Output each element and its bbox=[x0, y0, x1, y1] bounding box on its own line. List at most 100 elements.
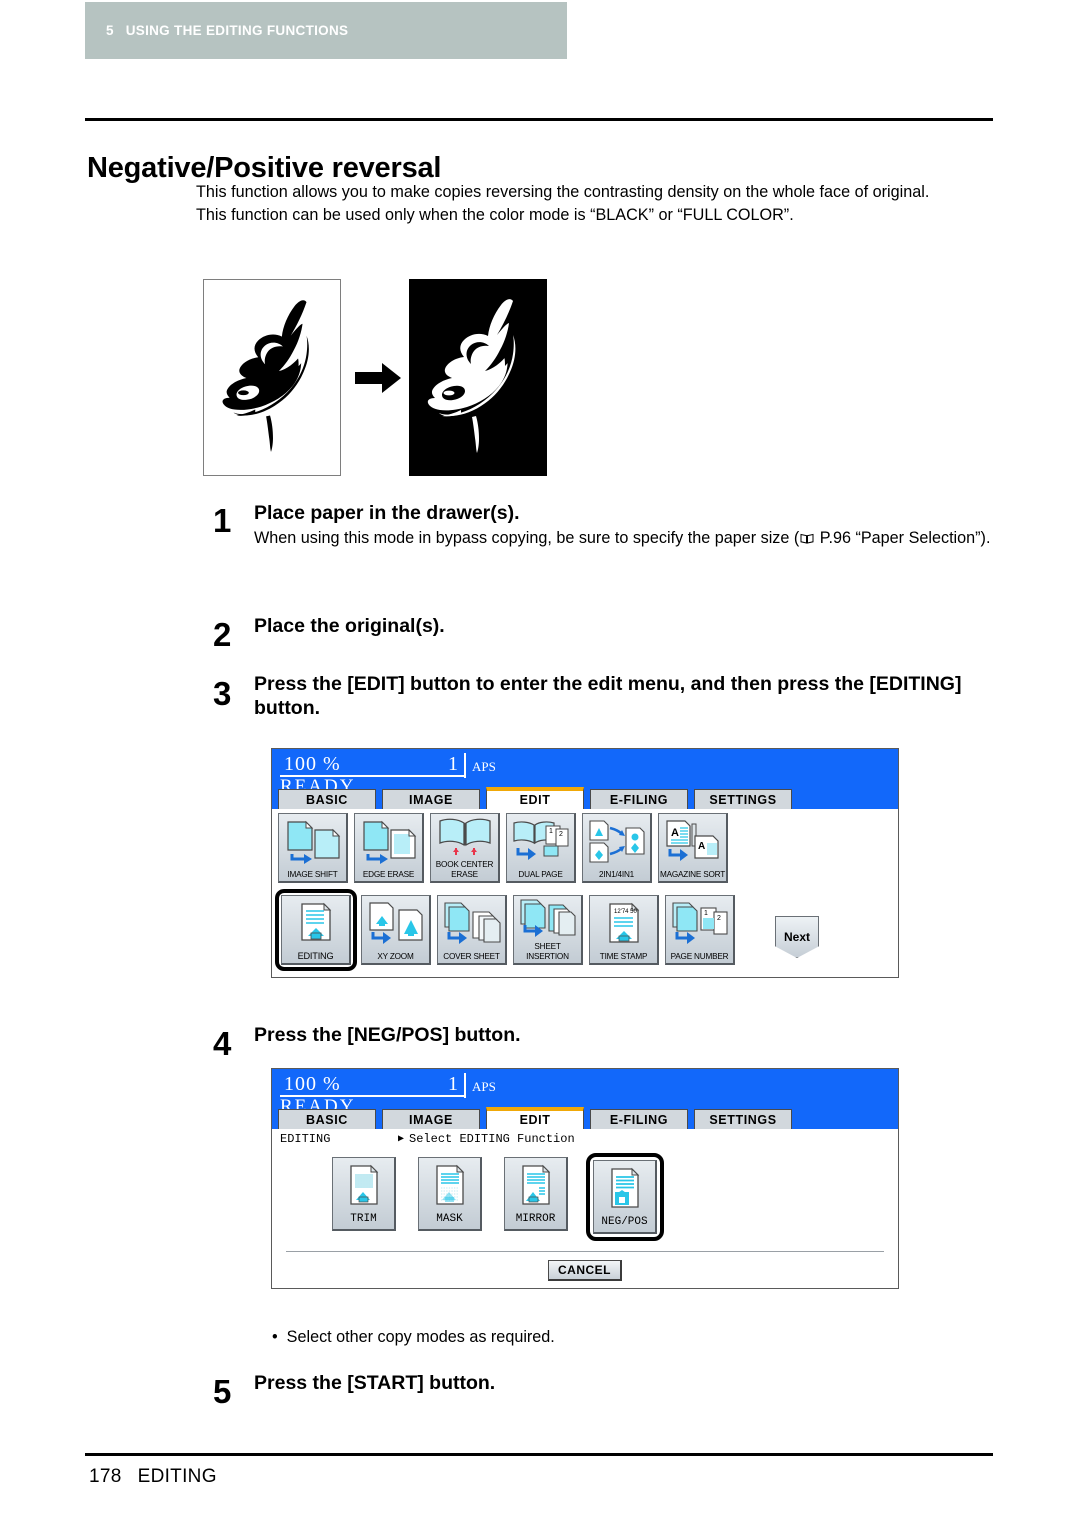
key-label-editing: EDITING bbox=[297, 950, 334, 961]
key-label-magazine-sort: MAGAZINE SORT bbox=[659, 869, 726, 879]
tab-image-1[interactable]: IMAGE bbox=[382, 789, 480, 809]
trim-icon bbox=[345, 1158, 383, 1213]
key-book-center-erase[interactable]: BOOK CENTER ERASE bbox=[430, 813, 500, 883]
svg-text:A: A bbox=[671, 827, 679, 839]
bottom-divider-rule bbox=[85, 1453, 993, 1456]
step-4-heading: Press the [NEG/POS] button. bbox=[254, 1024, 521, 1046]
step-1-body-after: P.96 “Paper Selection”). bbox=[815, 529, 991, 547]
intro-line-1: This function allows you to make copies … bbox=[196, 183, 930, 201]
step-1-body: When using this mode in bypass copying, … bbox=[254, 527, 994, 550]
lcd-paper-mode-1: APS bbox=[472, 759, 496, 774]
key-magazine-sort[interactable]: A A MAGAZINE SORT bbox=[658, 813, 728, 883]
edit-menu-row-1: IMAGE SHIFT EDGE ERASE BOOK CENTER ERASE… bbox=[272, 809, 898, 883]
key-mirror[interactable]: MIRROR bbox=[504, 1157, 568, 1231]
key-page-number[interactable]: 1 2 PAGE NUMBER bbox=[665, 895, 735, 965]
book-center-erase-icon bbox=[431, 814, 498, 860]
mask-icon bbox=[431, 1158, 469, 1213]
tab-settings-1[interactable]: SETTINGS bbox=[694, 789, 792, 809]
lcd-divider-2 bbox=[464, 1073, 466, 1098]
lcd-zoom-ratio-1: 100 % bbox=[284, 753, 341, 775]
lcd-ratio-box-2: 100 % 1 bbox=[280, 1073, 464, 1097]
lcd-copy-count-1: 1 bbox=[448, 753, 458, 775]
footer-section: EDITING bbox=[137, 1466, 217, 1487]
lcd-divider-1 bbox=[464, 753, 466, 778]
intro-line-2: This function can be used only when the … bbox=[196, 206, 794, 224]
step-3-heading: Press the [EDIT] button to enter the edi… bbox=[254, 673, 962, 719]
page-footer: 178 EDITING bbox=[89, 1466, 217, 1488]
editing-function-row: TRIM MASK MIRROR NEG/POS bbox=[272, 1149, 898, 1241]
orca-negative-image bbox=[409, 279, 547, 476]
lcd-copy-count-2: 1 bbox=[448, 1073, 458, 1095]
step-1-number: 1 bbox=[213, 502, 232, 539]
note-text: Select other copy modes as required. bbox=[286, 1328, 555, 1346]
key-label-dual-page: DUAL PAGE bbox=[518, 869, 563, 879]
breadcrumb-label: EDITING bbox=[280, 1132, 331, 1146]
intro-paragraph: This function allows you to make copies … bbox=[196, 181, 996, 227]
lcd-status-area-1: 100 % 1 APS READY BASIC IMAGE EDIT E-FIL… bbox=[272, 749, 898, 809]
svg-text:2: 2 bbox=[717, 915, 721, 922]
key-label-2in1-4in1: 2IN1/4IN1 bbox=[598, 869, 635, 879]
key-cover-sheet[interactable]: COVER SHEET bbox=[437, 895, 507, 965]
cancel-button[interactable]: CANCEL bbox=[548, 1259, 622, 1281]
key-label-edge-erase: EDGE ERASE bbox=[362, 869, 415, 879]
tab-basic-2[interactable]: BASIC bbox=[278, 1109, 376, 1129]
chevron-right-icon: ▶ bbox=[398, 1134, 405, 1145]
top-divider-rule bbox=[85, 118, 993, 121]
svg-text:2: 2 bbox=[559, 831, 563, 838]
key-image-shift[interactable]: IMAGE SHIFT bbox=[278, 813, 348, 883]
lcd-tabbar-1: BASIC IMAGE EDIT E-FILING SETTINGS bbox=[272, 787, 898, 809]
tab-image-2[interactable]: IMAGE bbox=[382, 1109, 480, 1129]
key-sheet-insertion[interactable]: SHEET INSERTION bbox=[513, 895, 583, 965]
lcd-panel-editing-functions: 100 % 1 APS READY BASIC IMAGE EDIT E-FIL… bbox=[271, 1068, 899, 1289]
key-label-trim: TRIM bbox=[350, 1213, 377, 1225]
next-button[interactable]: Next bbox=[775, 916, 819, 958]
key-mask[interactable]: MASK bbox=[418, 1157, 482, 1231]
note-select-copy-modes: • Select other copy modes as required. bbox=[272, 1328, 555, 1347]
page-number-icon: 1 2 bbox=[666, 896, 733, 952]
image-shift-icon bbox=[279, 814, 346, 870]
lcd-cancel-row: CANCEL bbox=[272, 1252, 898, 1288]
transform-arrow bbox=[355, 363, 401, 393]
svg-text:A: A bbox=[698, 841, 705, 852]
key-label-mirror: MIRROR bbox=[515, 1213, 556, 1225]
cover-sheet-icon bbox=[438, 896, 505, 952]
key-xy-zoom[interactable]: XY ZOOM bbox=[361, 895, 431, 965]
key-label-xy-zoom: XY ZOOM bbox=[377, 951, 414, 961]
neg-pos-icon bbox=[606, 1161, 644, 1216]
key-neg-pos[interactable]: NEG/POS bbox=[593, 1160, 657, 1234]
step-1-body-before: When using this mode in bypass copying, … bbox=[254, 529, 800, 547]
tab-efiling-2[interactable]: E-FILING bbox=[590, 1109, 688, 1129]
key-2in1-4in1[interactable]: 2IN1/4IN1 bbox=[582, 813, 652, 883]
key-editing-selected-frame: EDITING bbox=[275, 889, 357, 971]
key-label-page-number: PAGE NUMBER bbox=[670, 951, 729, 961]
tab-edit-1[interactable]: EDIT bbox=[486, 787, 584, 809]
magazine-sort-icon: A A bbox=[659, 814, 726, 870]
orca-negative-panel bbox=[409, 279, 547, 476]
key-label-mask: MASK bbox=[436, 1213, 463, 1225]
tab-basic-1[interactable]: BASIC bbox=[278, 789, 376, 809]
book-reference-icon bbox=[800, 528, 814, 544]
chapter-header-band: 5 USING THE EDITING FUNCTIONS bbox=[85, 2, 567, 59]
bullet-dot: • bbox=[272, 1328, 278, 1346]
key-edge-erase[interactable]: EDGE ERASE bbox=[354, 813, 424, 883]
tab-edit-2[interactable]: EDIT bbox=[486, 1107, 584, 1129]
key-negpos-selected-frame: NEG/POS bbox=[586, 1153, 664, 1241]
key-label-time-stamp: TIME STAMP bbox=[599, 951, 648, 961]
key-label-neg-pos: NEG/POS bbox=[601, 1216, 648, 1228]
key-trim[interactable]: TRIM bbox=[332, 1157, 396, 1231]
key-dual-page[interactable]: 1 2 DUAL PAGE bbox=[506, 813, 576, 883]
lcd-paper-mode-2: APS bbox=[472, 1079, 496, 1094]
key-editing[interactable]: EDITING bbox=[281, 895, 351, 965]
step-1-heading: Place paper in the drawer(s). bbox=[254, 502, 520, 524]
lcd-ratio-box-1: 100 % 1 bbox=[280, 753, 464, 777]
right-arrow-icon bbox=[355, 363, 401, 393]
edit-menu-row-2: EDITING XY ZOOM COVER SHEET SHEET INSERT… bbox=[272, 883, 898, 977]
mirror-icon bbox=[517, 1158, 555, 1213]
key-time-stamp[interactable]: 12'74 50 TIME STAMP bbox=[589, 895, 659, 965]
key-label-image-shift: IMAGE SHIFT bbox=[287, 869, 338, 879]
tab-settings-2[interactable]: SETTINGS bbox=[694, 1109, 792, 1129]
orca-positive-image bbox=[222, 300, 309, 452]
edge-erase-icon bbox=[355, 814, 422, 870]
lcd-zoom-ratio-2: 100 % bbox=[284, 1073, 341, 1095]
tab-efiling-1[interactable]: E-FILING bbox=[590, 789, 688, 809]
